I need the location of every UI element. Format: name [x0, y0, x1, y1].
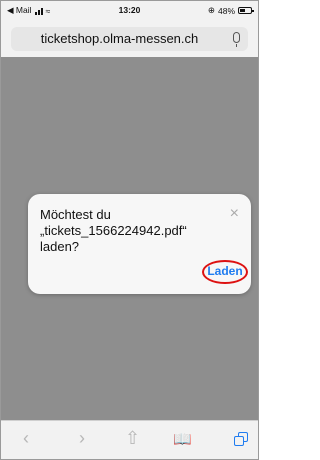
status-bar: ◀ Mail ≈ 13:20 ⊕ 48% [1, 1, 258, 19]
dialog-message: Möchtest du „tickets_1566224942.pdf“ lad… [40, 207, 187, 254]
forward-icon[interactable]: › [79, 429, 85, 447]
laden-button[interactable]: Laden [202, 260, 248, 284]
tabs-icon[interactable] [234, 432, 248, 446]
download-dialog: Möchtest du „tickets_1566224942.pdf“ lad… [28, 194, 251, 294]
url-bar[interactable]: ticketshop.olma-messen.ch [11, 27, 248, 51]
battery-icon [238, 7, 254, 14]
orientation-lock-icon: ⊕ [207, 5, 215, 15]
battery-percent: 48% [217, 5, 235, 16]
bookmarks-icon[interactable]: 📖 [173, 431, 192, 449]
back-icon[interactable]: ‹ [23, 429, 29, 447]
phone-frame: ◀ Mail ≈ 13:20 ⊕ 48% ticketshop.olma-mes… [0, 0, 259, 460]
microphone-icon[interactable] [233, 32, 240, 47]
bottom-toolbar: ‹ › ⇧ 📖 [1, 420, 258, 459]
close-icon[interactable]: × [230, 206, 239, 222]
status-right: ⊕ 48% [207, 5, 254, 16]
url-text: ticketshop.olma-messen.ch [40, 31, 199, 46]
share-icon[interactable]: ⇧ [125, 429, 140, 447]
